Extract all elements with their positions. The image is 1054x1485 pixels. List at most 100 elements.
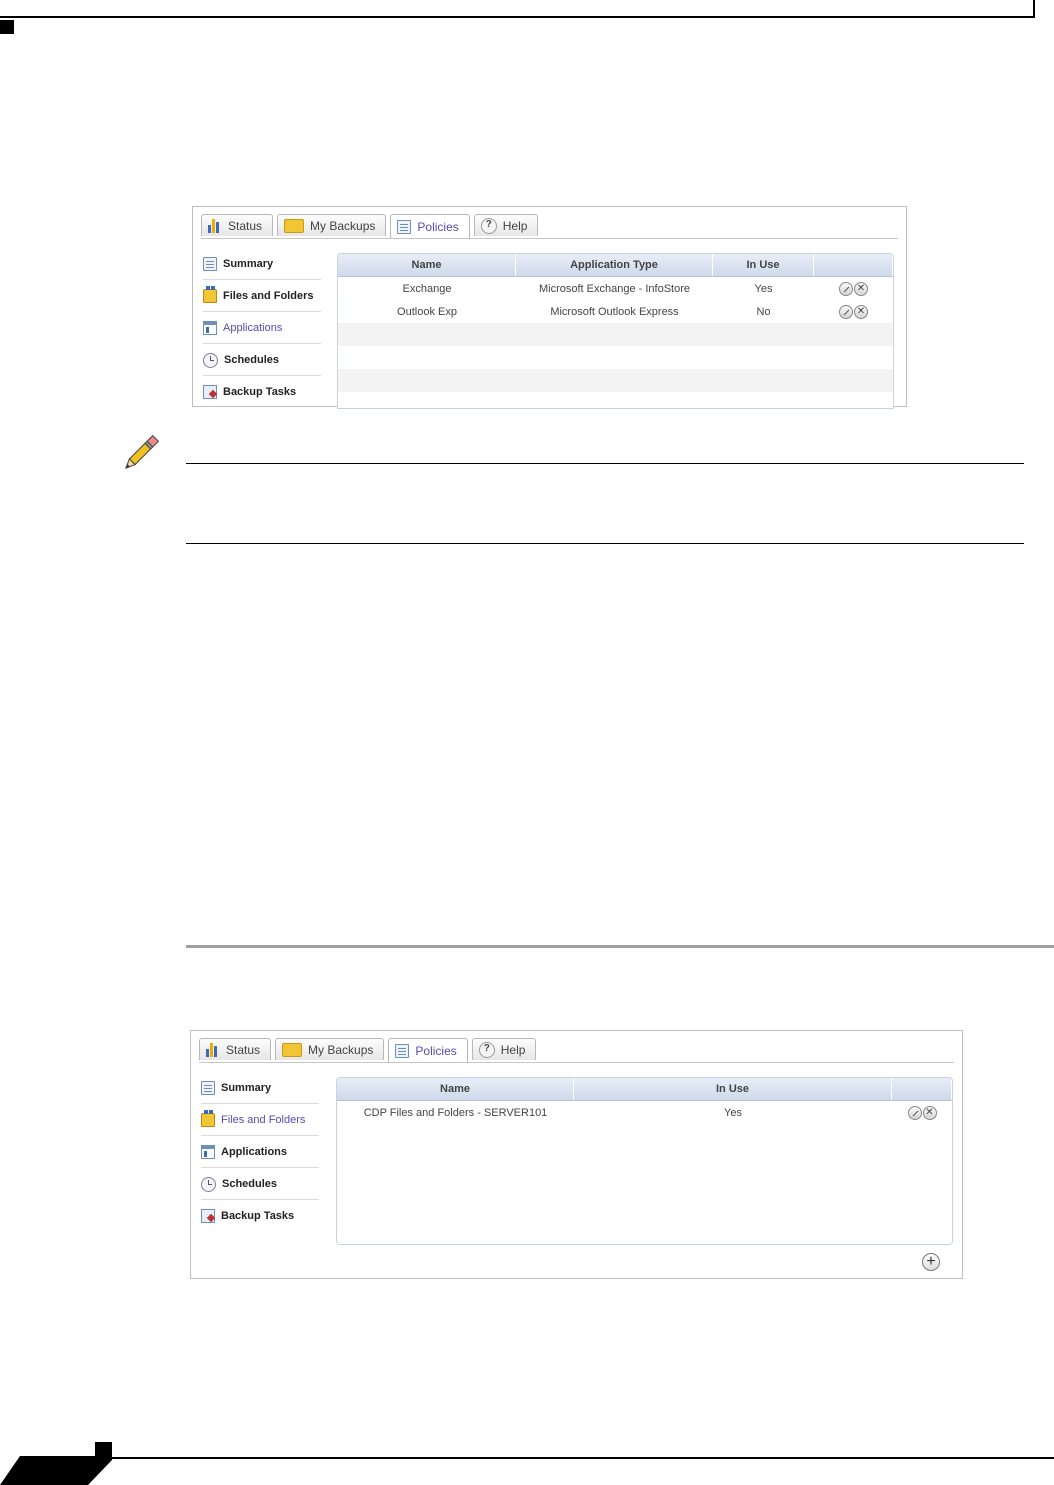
applications-icon — [201, 1145, 215, 1159]
cell-application-type: Microsoft Outlook Express — [550, 305, 679, 318]
row-actions: ✕ — [814, 300, 893, 323]
table-body: Exchange Microsoft Exchange - InfoStore … — [338, 277, 893, 392]
table-row[interactable]: Exchange Microsoft Exchange - InfoStore … — [338, 277, 893, 300]
add-icon[interactable]: + — [922, 1253, 940, 1271]
sidebar-item-label: Applications — [221, 1146, 288, 1158]
column-header-in-use[interactable]: In Use — [574, 1078, 892, 1100]
tab-status[interactable]: Status — [199, 1038, 272, 1060]
table-row[interactable]: CDP Files and Folders - SERVER101 Yes ✕ — [337, 1101, 952, 1124]
policies-files-folders-screenshot: Status My Backups Policies ? Help Summar… — [190, 1030, 963, 1279]
files-icon — [201, 1110, 215, 1127]
tab-divider — [201, 238, 898, 239]
edit-icon[interactable] — [839, 304, 853, 319]
column-header-name[interactable]: Name — [338, 254, 516, 276]
delete-icon[interactable]: ✕ — [922, 1105, 937, 1120]
tab-label: Help — [502, 218, 528, 233]
header-marker — [0, 20, 14, 34]
clock-icon — [203, 352, 218, 368]
sidebar-item-label: Schedules — [224, 354, 280, 366]
sidebar-item-summary[interactable]: Summary — [203, 249, 321, 280]
empty-row — [338, 346, 893, 369]
main-tabs: Status My Backups Policies ? Help — [201, 214, 539, 238]
footer-tab — [0, 1442, 112, 1485]
tab-my-backups[interactable]: My Backups — [275, 1038, 385, 1060]
note-top-rule — [186, 463, 1024, 464]
files-folders-table: Name In Use CDP Files and Folders - SERV… — [336, 1077, 953, 1245]
tab-label: Policies — [417, 219, 459, 234]
tab-label: My Backups — [308, 1042, 374, 1057]
tab-policies[interactable]: Policies — [390, 214, 470, 238]
pencil-icon — [124, 434, 160, 470]
applications-icon — [203, 321, 217, 335]
column-header-application-type[interactable]: Application Type — [516, 254, 713, 276]
table-header: Name In Use — [337, 1078, 952, 1101]
cell-in-use: Yes — [724, 1106, 742, 1119]
table-header: Name Application Type In Use — [338, 254, 893, 277]
sidebar-item-label: Summary — [223, 258, 274, 270]
help-icon: ? — [478, 1041, 495, 1058]
table-row[interactable]: Outlook Exp Microsoft Outlook Express No… — [338, 300, 893, 323]
cell-in-use: Yes — [754, 282, 773, 295]
sidebar-item-files-and-folders[interactable]: Files and Folders — [203, 281, 321, 312]
sidebar-item-label: Applications — [223, 322, 283, 334]
tab-my-backups[interactable]: My Backups — [277, 214, 387, 236]
cell-name: Exchange — [402, 282, 452, 295]
delete-icon[interactable]: ✕ — [854, 304, 868, 319]
row-actions: ✕ — [892, 1101, 952, 1124]
folder-icon — [282, 1042, 303, 1057]
tab-label: Status — [228, 218, 263, 233]
summary-icon — [201, 1081, 215, 1095]
note-bottom-rule — [186, 543, 1024, 544]
clock-icon — [201, 1176, 216, 1192]
cell-application-type: Microsoft Exchange - InfoStore — [538, 282, 690, 295]
sidebar-item-summary[interactable]: Summary — [201, 1073, 319, 1104]
delete-icon[interactable]: ✕ — [854, 281, 868, 296]
cell-name: Outlook Exp — [397, 305, 457, 318]
column-header-actions — [892, 1078, 952, 1100]
tab-label: My Backups — [310, 218, 376, 233]
cell-name: CDP Files and Folders - SERVER101 — [363, 1106, 548, 1119]
edit-icon[interactable] — [907, 1105, 922, 1120]
tab-label: Policies — [415, 1043, 457, 1058]
row-actions: ✕ — [814, 277, 893, 300]
summary-icon — [203, 257, 217, 271]
policies-sidebar: Summary Files and Folders Applications S… — [203, 249, 321, 408]
sidebar-item-applications[interactable]: Applications — [203, 313, 321, 344]
sidebar-item-applications[interactable]: Applications — [201, 1137, 319, 1168]
sidebar-item-label: Files and Folders — [223, 290, 314, 302]
section-rule — [186, 945, 1054, 948]
header-rule-edge — [1033, 0, 1035, 18]
backup-tasks-icon — [201, 1209, 215, 1223]
tab-status[interactable]: Status — [201, 214, 274, 236]
sidebar-item-label: Summary — [221, 1082, 272, 1094]
tab-help[interactable]: ? Help — [473, 214, 539, 236]
column-header-actions — [814, 254, 893, 276]
tab-label: Status — [226, 1042, 261, 1057]
sidebar-item-label: Backup Tasks — [223, 386, 297, 398]
sidebar-item-label: Backup Tasks — [221, 1210, 295, 1222]
folder-icon — [284, 218, 305, 233]
edit-icon[interactable] — [839, 281, 853, 296]
tab-divider — [199, 1062, 954, 1063]
bar-chart-icon — [208, 218, 222, 233]
applications-table: Name Application Type In Use Exchange Mi… — [337, 253, 894, 409]
column-header-name[interactable]: Name — [337, 1078, 574, 1100]
tab-help[interactable]: ? Help — [471, 1038, 537, 1060]
cell-in-use: No — [756, 305, 771, 318]
main-tabs: Status My Backups Policies ? Help — [199, 1038, 537, 1062]
table-body: CDP Files and Folders - SERVER101 Yes ✕ — [337, 1101, 952, 1124]
backup-tasks-icon — [203, 385, 217, 399]
header-rule — [0, 16, 1035, 18]
sidebar-item-schedules[interactable]: Schedules — [203, 345, 321, 376]
sidebar-item-backup-tasks[interactable]: Backup Tasks — [203, 377, 321, 407]
sidebar-item-schedules[interactable]: Schedules — [201, 1169, 319, 1200]
files-icon — [203, 286, 217, 303]
column-header-in-use[interactable]: In Use — [713, 254, 814, 276]
sidebar-item-files-and-folders[interactable]: Files and Folders — [201, 1105, 319, 1136]
document-icon — [397, 219, 412, 234]
footer-rule — [95, 1457, 1054, 1459]
sidebar-item-backup-tasks[interactable]: Backup Tasks — [201, 1201, 319, 1231]
policies-sidebar: Summary Files and Folders Applications S… — [201, 1073, 319, 1232]
tab-policies[interactable]: Policies — [388, 1038, 468, 1062]
sidebar-item-label: Files and Folders — [221, 1114, 306, 1126]
